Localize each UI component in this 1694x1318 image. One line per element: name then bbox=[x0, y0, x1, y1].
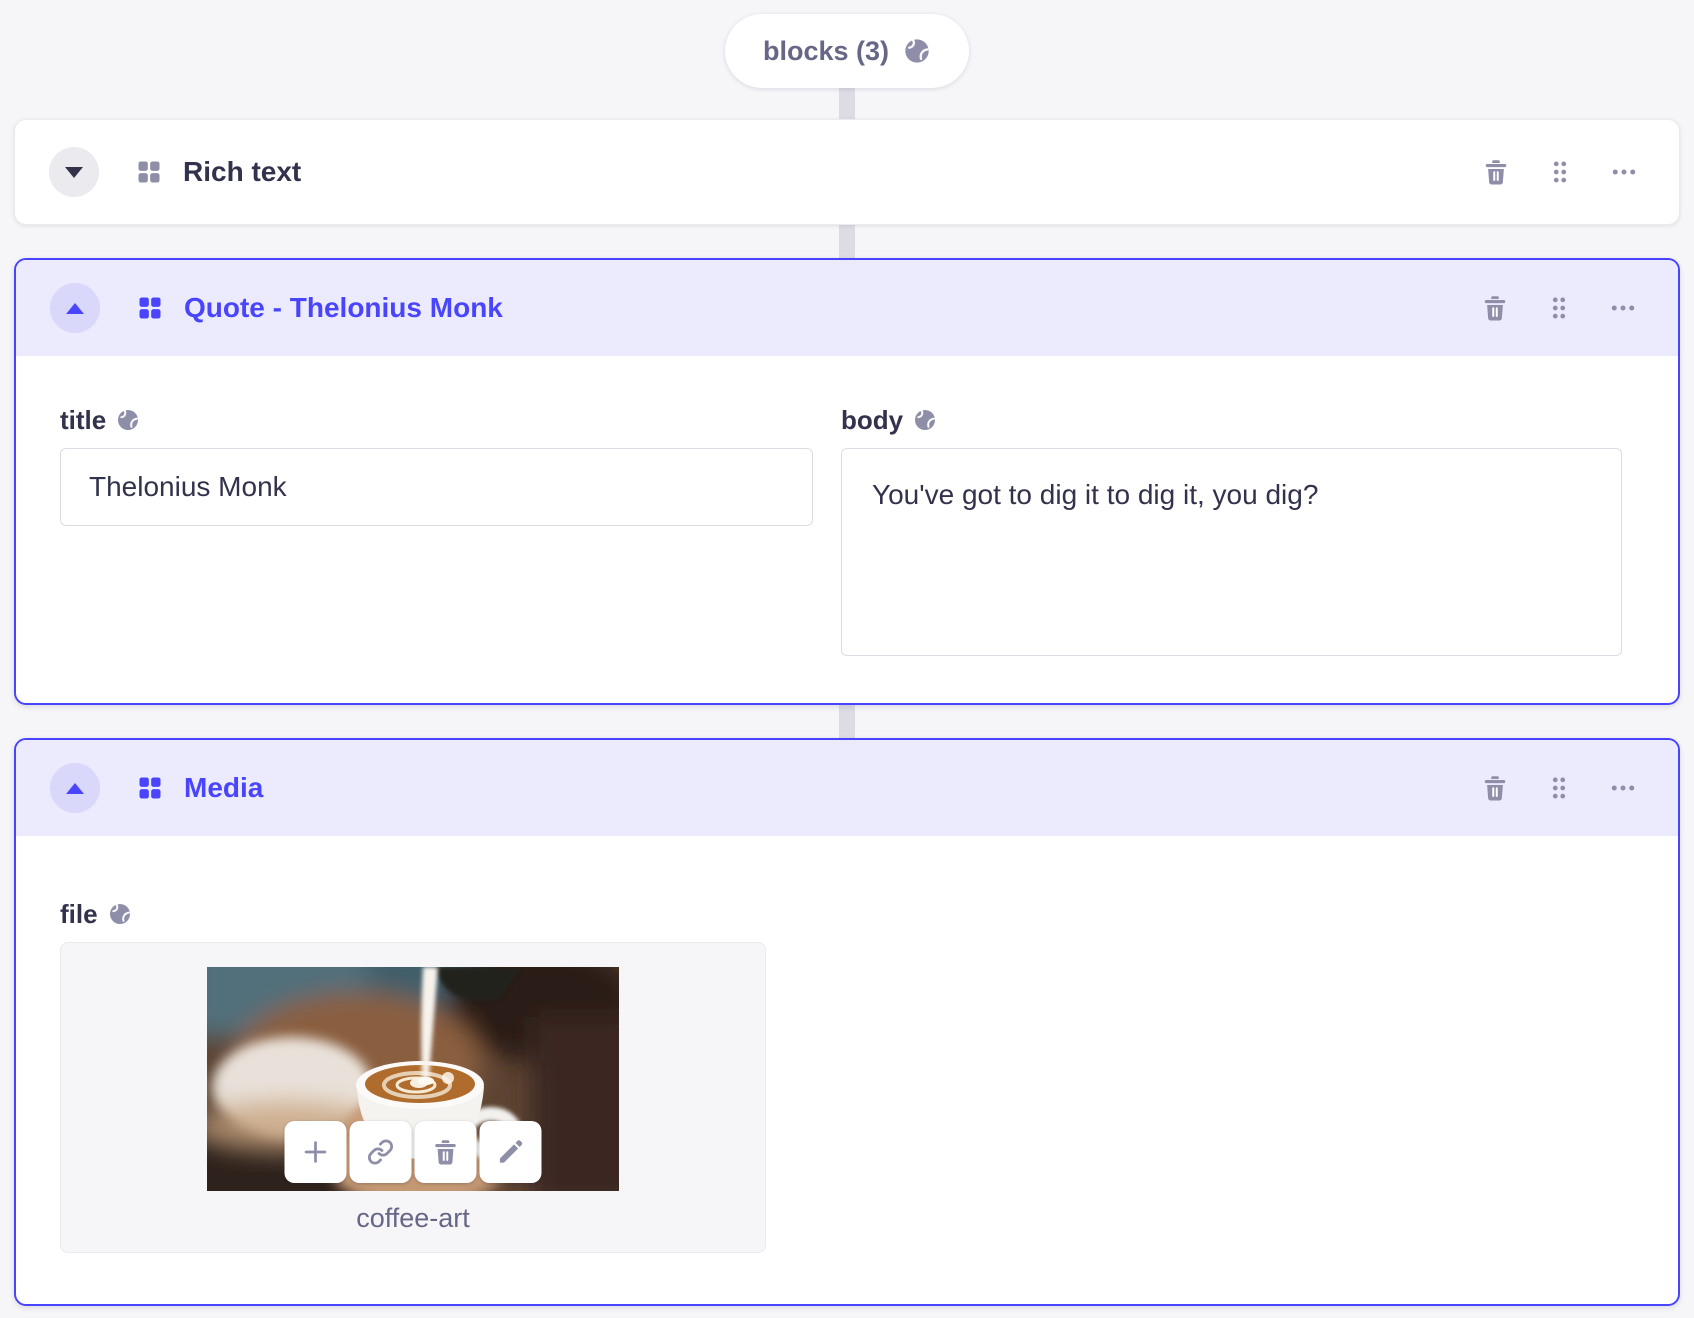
drag-block-handle[interactable] bbox=[1543, 155, 1577, 189]
title-field-label: title bbox=[60, 405, 107, 435]
body-field-label: body bbox=[841, 405, 904, 435]
body-field: body You've got to dig it to dig it, you… bbox=[841, 404, 1622, 656]
block-actions bbox=[1478, 291, 1640, 325]
block-title: Rich text bbox=[183, 156, 302, 187]
block-more-button[interactable] bbox=[1606, 291, 1640, 325]
trash-icon bbox=[434, 1139, 457, 1166]
ellipsis-icon bbox=[1611, 785, 1635, 791]
collapse-block-button[interactable] bbox=[50, 763, 100, 813]
drag-handle-dots-icon bbox=[1553, 161, 1567, 183]
title-field: title bbox=[60, 404, 813, 656]
blocks-field-pill: blocks (3) bbox=[724, 14, 970, 88]
delete-media-button[interactable] bbox=[414, 1121, 477, 1183]
add-media-button[interactable] bbox=[284, 1121, 347, 1183]
chevron-up-icon bbox=[66, 782, 84, 794]
block-quote: Quote - Thelonius Monk title body bbox=[14, 258, 1680, 705]
globe-icon bbox=[116, 408, 140, 432]
block-title: Quote - Thelonius Monk bbox=[184, 292, 503, 323]
trash-icon bbox=[1484, 159, 1508, 186]
body-textarea[interactable]: You've got to dig it to dig it, you dig? bbox=[841, 448, 1622, 656]
chevron-up-icon bbox=[66, 302, 84, 314]
drag-handle-dots-icon bbox=[1552, 777, 1566, 799]
block-more-button[interactable] bbox=[1607, 155, 1641, 189]
pencil-icon bbox=[499, 1140, 523, 1163]
component-grid-icon bbox=[135, 158, 163, 186]
component-grid-icon bbox=[136, 294, 164, 322]
globe-icon bbox=[903, 37, 931, 65]
collapse-block-button[interactable] bbox=[50, 283, 100, 333]
delete-block-button[interactable] bbox=[1478, 291, 1512, 325]
block-title: Media bbox=[184, 772, 264, 803]
plus-icon bbox=[304, 1141, 327, 1163]
media-action-toolbar bbox=[284, 1121, 542, 1183]
delete-block-button[interactable] bbox=[1479, 155, 1513, 189]
block-rich-text: Rich text bbox=[14, 119, 1680, 225]
block-media: Media file coffee-art bbox=[14, 738, 1680, 1306]
block-media-header[interactable]: Media bbox=[16, 740, 1678, 836]
media-file-card: coffee-art bbox=[60, 942, 766, 1253]
trash-icon bbox=[1483, 775, 1507, 802]
drag-handle-dots-icon bbox=[1552, 297, 1566, 319]
block-actions bbox=[1478, 771, 1640, 805]
copy-link-button[interactable] bbox=[349, 1121, 412, 1183]
trash-icon bbox=[1483, 295, 1507, 322]
block-media-body: file coffee-art bbox=[16, 836, 1678, 1253]
link-icon bbox=[367, 1139, 394, 1165]
delete-block-button[interactable] bbox=[1478, 771, 1512, 805]
ellipsis-icon bbox=[1611, 305, 1635, 311]
dynamic-zone-editor: blocks (3) Rich text Quote - Thelonius M… bbox=[0, 0, 1694, 1318]
title-input[interactable] bbox=[60, 448, 813, 526]
ellipsis-icon bbox=[1612, 169, 1636, 175]
block-quote-body: title body You've got to dig it to dig i… bbox=[16, 356, 1678, 656]
block-quote-header[interactable]: Quote - Thelonius Monk bbox=[16, 260, 1678, 356]
block-rich-text-header[interactable]: Rich text bbox=[15, 120, 1679, 224]
chevron-down-icon bbox=[65, 166, 83, 178]
globe-icon bbox=[108, 902, 132, 926]
block-more-button[interactable] bbox=[1606, 771, 1640, 805]
edit-media-button[interactable] bbox=[479, 1121, 542, 1183]
blocks-field-label: blocks (3) bbox=[762, 35, 890, 66]
file-field-label: file bbox=[60, 899, 98, 929]
drag-block-handle[interactable] bbox=[1542, 291, 1576, 325]
component-grid-icon bbox=[136, 774, 164, 802]
expand-block-button[interactable] bbox=[49, 147, 99, 197]
globe-icon bbox=[913, 408, 937, 432]
media-file-name: coffee-art bbox=[356, 1203, 470, 1233]
block-actions bbox=[1479, 155, 1641, 189]
drag-block-handle[interactable] bbox=[1542, 771, 1576, 805]
